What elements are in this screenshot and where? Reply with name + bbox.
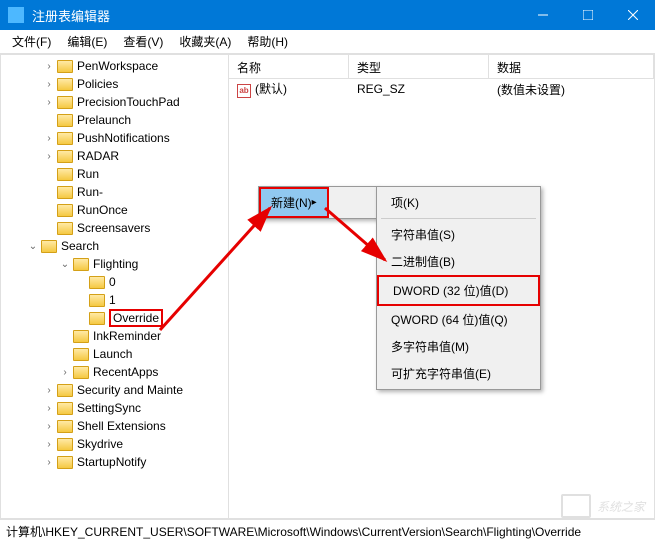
folder-icon: [73, 258, 89, 271]
list-row[interactable]: ab(默认) REG_SZ (数值未设置): [229, 79, 654, 99]
folder-icon: [73, 366, 89, 379]
menu-help[interactable]: 帮助(H): [239, 29, 296, 54]
chevron-right-icon: ▸: [312, 197, 317, 208]
context-binary[interactable]: 二进制值(B): [377, 248, 540, 275]
tree-item[interactable]: ›PushNotifications: [1, 129, 228, 147]
cell-type: REG_SZ: [349, 80, 489, 98]
folder-icon: [57, 168, 73, 181]
folder-icon: [73, 330, 89, 343]
tree-panel[interactable]: ›PenWorkspace ›Policies ›PrecisionTouchP…: [1, 55, 229, 518]
context-multistring[interactable]: 多字符串值(M): [377, 333, 540, 360]
statusbar: 计算机\HKEY_CURRENT_USER\SOFTWARE\Microsoft…: [0, 519, 655, 541]
tree-item[interactable]: Prelaunch: [1, 111, 228, 129]
tree-item[interactable]: ›Skydrive: [1, 435, 228, 453]
folder-icon: [57, 114, 73, 127]
folder-icon: [57, 132, 73, 145]
context-string[interactable]: 字符串值(S): [377, 221, 540, 248]
tree-item[interactable]: ›PenWorkspace: [1, 57, 228, 75]
window-controls: [520, 0, 655, 30]
folder-icon: [89, 312, 105, 325]
context-dword[interactable]: DWORD (32 位)值(D): [377, 275, 540, 306]
tree-item[interactable]: InkReminder: [1, 327, 228, 345]
context-menu-submenu: 项(K) 字符串值(S) 二进制值(B) DWORD (32 位)值(D) QW…: [376, 186, 541, 390]
folder-icon: [57, 384, 73, 397]
context-qword[interactable]: QWORD (64 位)值(Q): [377, 306, 540, 333]
watermark-icon: [561, 494, 591, 518]
close-button[interactable]: [610, 0, 655, 30]
window-title: 注册表编辑器: [32, 6, 520, 25]
folder-icon: [57, 96, 73, 109]
context-expandstring[interactable]: 可扩充字符串值(E): [377, 360, 540, 387]
tree-item[interactable]: 0: [1, 273, 228, 291]
maximize-button[interactable]: [565, 0, 610, 30]
menu-view[interactable]: 查看(V): [115, 29, 171, 54]
context-menu-primary: 新建(N) ▸: [258, 186, 378, 219]
folder-icon: [89, 276, 105, 289]
folder-icon: [41, 240, 57, 253]
folder-icon: [57, 420, 73, 433]
tree-item-override[interactable]: Override: [1, 309, 228, 327]
folder-icon: [57, 60, 73, 73]
tree-item[interactable]: ›RADAR: [1, 147, 228, 165]
menu-edit[interactable]: 编辑(E): [59, 29, 115, 54]
tree-item-search[interactable]: ⌄Search: [1, 237, 228, 255]
context-key[interactable]: 项(K): [377, 189, 540, 216]
context-new[interactable]: 新建(N) ▸: [261, 189, 327, 216]
menu-favorites[interactable]: 收藏夹(A): [171, 29, 239, 54]
menu-divider: [381, 218, 536, 219]
tree-item[interactable]: ›Shell Extensions: [1, 417, 228, 435]
tree-item[interactable]: Run-: [1, 183, 228, 201]
tree-item[interactable]: ›SettingSync: [1, 399, 228, 417]
list-header: 名称 类型 数据: [229, 55, 654, 79]
content-area: ›PenWorkspace ›Policies ›PrecisionTouchP…: [0, 54, 655, 519]
tree-item[interactable]: ›StartupNotify: [1, 453, 228, 471]
menubar: 文件(F) 编辑(E) 查看(V) 收藏夹(A) 帮助(H): [0, 30, 655, 54]
folder-icon: [57, 438, 73, 451]
tree-item[interactable]: RunOnce: [1, 201, 228, 219]
app-icon: [8, 7, 24, 23]
string-icon: ab: [237, 84, 251, 98]
column-data[interactable]: 数据: [489, 55, 654, 78]
folder-icon: [57, 222, 73, 235]
tree-item[interactable]: ›RecentApps: [1, 363, 228, 381]
column-name[interactable]: 名称: [229, 55, 349, 78]
tree-item[interactable]: Launch: [1, 345, 228, 363]
watermark: 系统之家: [561, 494, 645, 518]
folder-icon: [57, 456, 73, 469]
titlebar: 注册表编辑器: [0, 0, 655, 30]
cell-name: ab(默认): [229, 78, 349, 100]
folder-icon: [57, 150, 73, 163]
column-type[interactable]: 类型: [349, 55, 489, 78]
folder-icon: [89, 294, 105, 307]
menu-file[interactable]: 文件(F): [4, 29, 59, 54]
minimize-button[interactable]: [520, 0, 565, 30]
cell-data: (数值未设置): [489, 79, 654, 100]
statusbar-path: 计算机\HKEY_CURRENT_USER\SOFTWARE\Microsoft…: [6, 525, 581, 539]
folder-icon: [57, 204, 73, 217]
tree-item-flighting[interactable]: ⌄Flighting: [1, 255, 228, 273]
tree-item[interactable]: ›PrecisionTouchPad: [1, 93, 228, 111]
tree-item[interactable]: Screensavers: [1, 219, 228, 237]
folder-icon: [73, 348, 89, 361]
tree-item[interactable]: 1: [1, 291, 228, 309]
tree-item[interactable]: ›Policies: [1, 75, 228, 93]
folder-icon: [57, 402, 73, 415]
folder-icon: [57, 78, 73, 91]
folder-icon: [57, 186, 73, 199]
tree-item[interactable]: ›Security and Mainte: [1, 381, 228, 399]
tree-item[interactable]: Run: [1, 165, 228, 183]
